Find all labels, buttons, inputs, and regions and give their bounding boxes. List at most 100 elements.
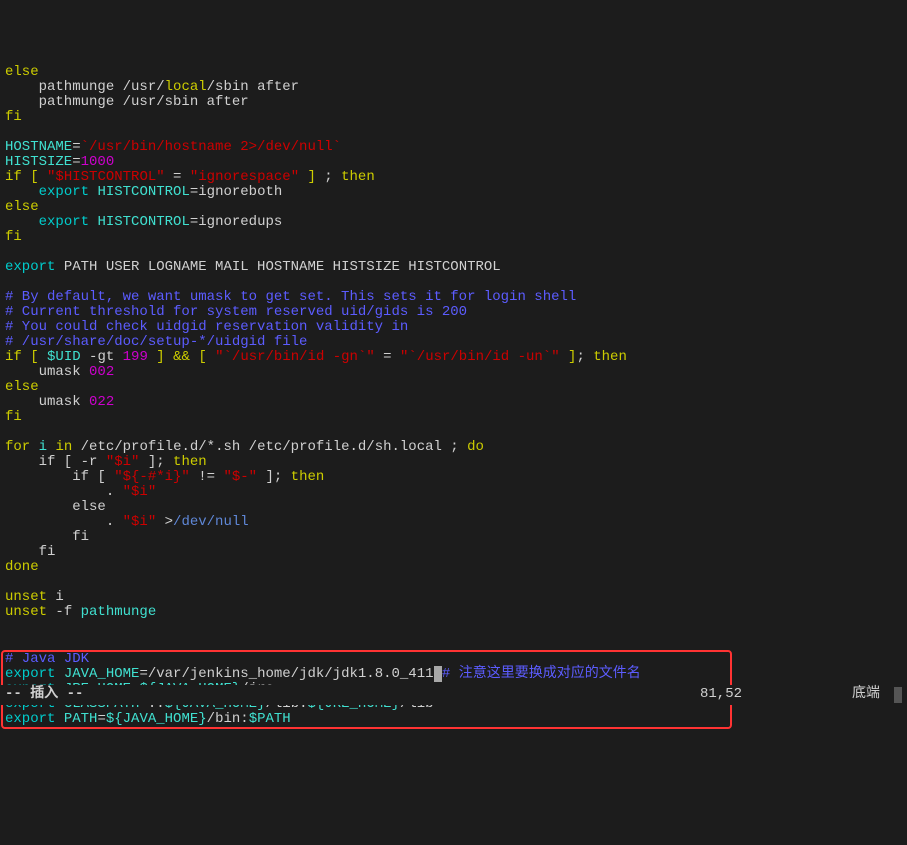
export-vars: PATH USER LOGNAME MAIL HOSTNAME HISTSIZE… [55,259,500,275]
bracket: ] [156,349,164,365]
kw-unset: unset [5,604,47,620]
kw-then: then [291,469,325,485]
vim-statusbar: -- 插入 -- 81,52 底端 [0,685,907,705]
eq: = [72,154,80,170]
kw-do: do [467,439,484,455]
kw-fi: fi [5,409,22,425]
umask: umask [5,364,89,380]
uid-var: $UID [47,349,81,365]
kw-then: then [341,169,375,185]
pathmunge: pathmunge [81,604,157,620]
code-text: /sbin after [207,79,299,95]
unset-f: -f [47,604,81,620]
path-mid: /bin: [207,711,249,727]
eq-sp: = [165,169,190,185]
comment: # /usr/share/doc/setup-*/uidgid file [5,334,307,350]
num002: 002 [89,364,114,380]
histcontrol-lit: "$HISTCONTROL" [47,169,165,185]
bracket: ] [308,169,316,185]
unset-i: i [47,589,64,605]
kw-then: then [173,454,207,470]
statusbar-separator [894,687,902,703]
val-hostname: `/usr/bin/hostname 2>/dev/null` [81,139,341,155]
bracket-semi: ]; [139,454,173,470]
bracket-semi: ]; [257,469,291,485]
kw-if: if [5,349,22,365]
i-quoted: "$i" [106,454,140,470]
kw-else: else [5,379,39,395]
bracket: [ [30,349,38,365]
val-histsize: 1000 [81,154,115,170]
num022: 022 [89,394,114,410]
id-gn: "`/usr/bin/id -gn`" [215,349,375,365]
gt: -gt [81,349,123,365]
and: && [173,349,190,365]
var-histcontrol: HISTCONTROL [97,184,189,200]
ne: != [190,469,224,485]
kw-export: export [39,184,89,200]
semi: ; [316,169,341,185]
java-home-val: =/var/jenkins_home/jdk/jdk1.8.0_411 [139,666,433,682]
for-path: /etc/profile.d/*.sh /etc/profile.d/sh.lo… [72,439,467,455]
java-home-exp: ${JAVA_HOME} [106,711,207,727]
var-histcontrol: HISTCONTROL [97,214,189,230]
kw-if: if [5,169,22,185]
fi-mid: fi [5,544,55,560]
redirect: > [156,514,173,530]
dash-dollar: "$-" [223,469,257,485]
eq-sp: = [375,349,400,365]
kw-fi: fi [5,229,22,245]
path-end: $PATH [249,711,291,727]
dot: . [5,514,123,530]
if-r: if [ -r [5,454,106,470]
kw-for: for [5,439,30,455]
umask: umask [5,394,89,410]
code-editor[interactable]: else pathmunge /usr/local/sbin after pat… [0,60,907,740]
bracket: [ [198,349,206,365]
kw-fi: fi [5,109,22,125]
fi-inner: fi [5,529,89,545]
kw-export: export [5,711,55,727]
id-un: "`/usr/bin/id -un`" [400,349,560,365]
java-comment2: # 注意这里要换成对应的文件名 [442,666,641,682]
kw-export: export [5,259,55,275]
var-histsize: HISTSIZE [5,154,72,170]
comment: # Current threshold for system reserved … [5,304,467,320]
val-ignoredups: =ignoredups [190,214,282,230]
kw-done: done [5,559,39,575]
var-hostname: HOSTNAME [5,139,72,155]
kw-else: else [5,199,39,215]
vim-scroll-position: 底端 [840,687,890,703]
dot: . [5,484,123,500]
semi-then: ; [576,349,593,365]
code-line: pathmunge /usr/ [5,79,165,95]
cursor [434,666,442,682]
i-quoted: "$i" [123,514,157,530]
java-home-var: JAVA_HOME [64,666,140,682]
vim-cursor-position: 81,52 [700,687,840,703]
path-var: PATH [64,711,98,727]
kw-export: export [39,214,89,230]
kw-export: export [5,666,55,682]
comment: # You could check uidgid reservation val… [5,319,408,335]
code-line: pathmunge /usr/sbin after [5,94,249,110]
kw-else: else [5,64,39,80]
i-var: i [39,439,47,455]
devnull: /dev/null [173,514,249,530]
else-inner: else [5,499,106,515]
bracket: [ [30,169,38,185]
kw-in: in [55,439,72,455]
eq: = [72,139,80,155]
val-ignoreboth: =ignoreboth [190,184,282,200]
eq: = [97,711,105,727]
ignorespace: "ignorespace" [190,169,299,185]
num199: 199 [123,349,148,365]
java-comment: # Java JDK [5,651,89,667]
kw-then: then [593,349,627,365]
kw-unset: unset [5,589,47,605]
comment: # By default, we want umask to get set. … [5,289,576,305]
kw-local: local [165,79,207,95]
vim-mode: -- 插入 -- [5,687,700,703]
i-quoted: "$i" [123,484,157,500]
hash-star-i: "${-#*i}" [114,469,190,485]
